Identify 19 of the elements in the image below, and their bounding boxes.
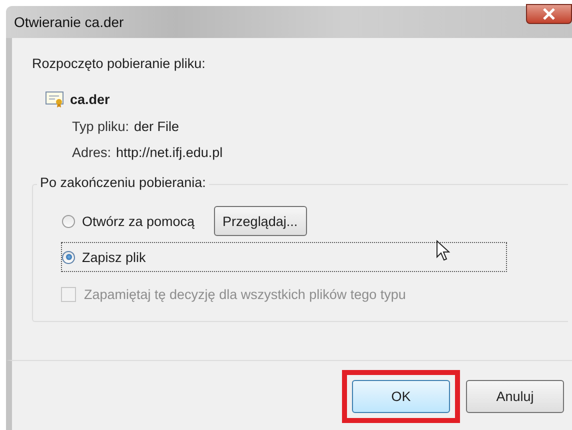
close-icon [542, 8, 556, 20]
intro-text: Rozpoczęto pobieranie pliku: [32, 56, 206, 73]
group-legend: Po zakończeniu pobierania: [37, 175, 209, 190]
close-button[interactable] [526, 4, 572, 24]
radio-button[interactable] [62, 214, 75, 228]
window-title: Otwieranie ca.der [13, 14, 124, 30]
address-label: Adres: [72, 144, 112, 160]
address-value: http://net.ifj.edu.pl [116, 144, 223, 160]
mouse-cursor-icon [436, 240, 450, 262]
radio-button[interactable] [62, 250, 75, 264]
cancel-button[interactable]: Anuluj [466, 380, 564, 412]
radio-option[interactable]: Otwórz za pomocą [61, 206, 200, 236]
type-value: der File [134, 118, 180, 134]
file-name: ca.der [70, 92, 110, 106]
certificate-icon [45, 90, 65, 108]
checkbox-label: Zapamiętaj tę decyzję dla wszystkich plików tego typu [84, 287, 406, 302]
ok-button[interactable]: OK [352, 380, 450, 412]
browse-button[interactable]: Przeglądaj... [214, 206, 307, 236]
type-label: Typ pliku: [72, 118, 130, 134]
